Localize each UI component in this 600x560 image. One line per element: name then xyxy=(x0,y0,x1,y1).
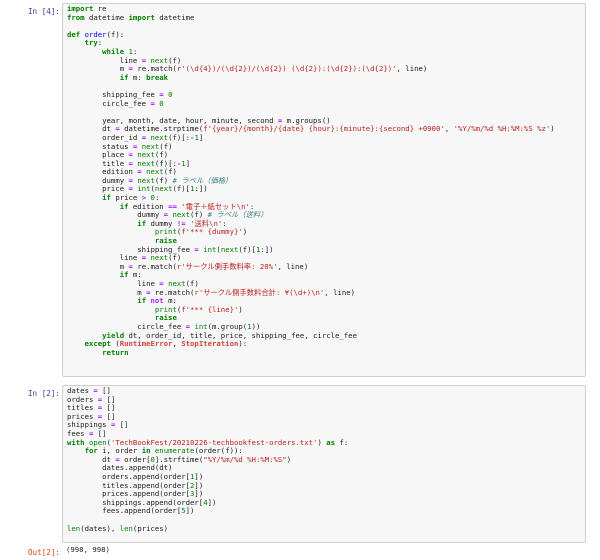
code-text[interactable]: import re from datetime import datetime … xyxy=(67,4,585,357)
input-prompt: In [4]: xyxy=(27,7,60,16)
input-prompt: In [2]: xyxy=(27,389,60,398)
code-editor[interactable]: import re from datetime import datetime … xyxy=(62,3,586,377)
code-text[interactable]: dates = [] orders = [] titles = [] price… xyxy=(67,386,585,533)
code-editor[interactable]: dates = [] orders = [] titles = [] price… xyxy=(62,385,586,543)
output-prompt: Out[2]: xyxy=(27,548,60,557)
output-text: (998, 998) xyxy=(66,545,110,554)
output-area: (998, 998) xyxy=(62,544,586,555)
